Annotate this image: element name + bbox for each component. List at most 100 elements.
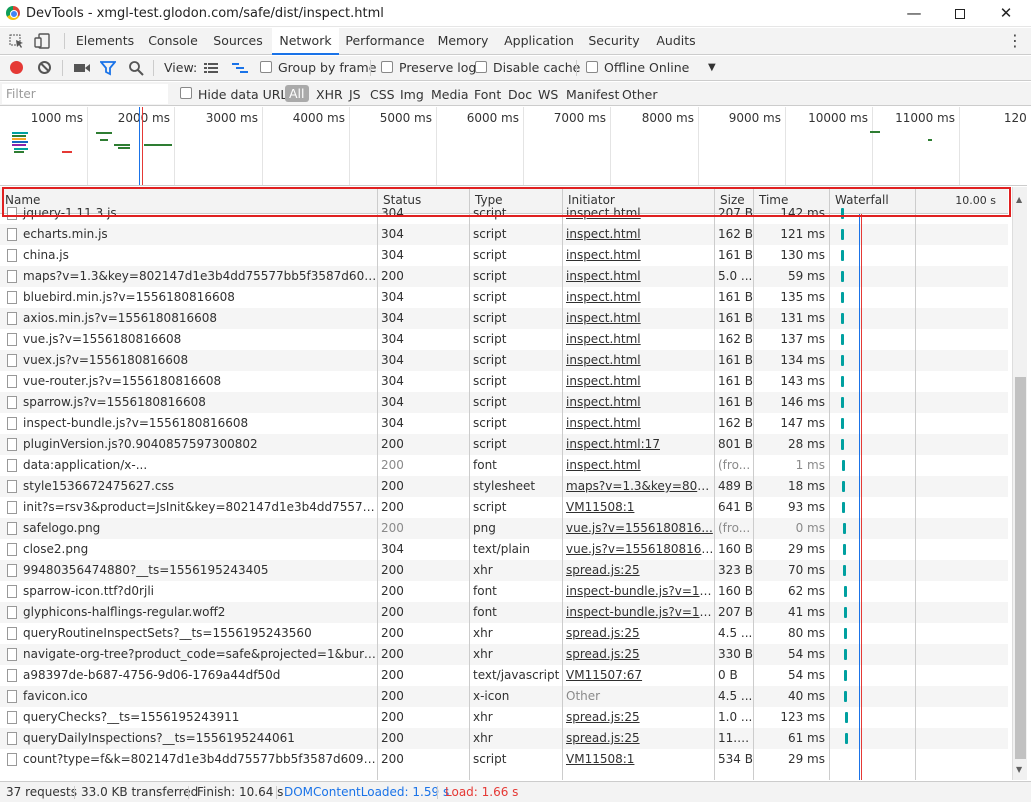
tab-network[interactable]: Network (272, 28, 339, 55)
cell-initiator[interactable]: inspect.html (562, 266, 714, 287)
network-overview-timeline[interactable]: 1000 ms 2000 ms 3000 ms 4000 ms 5000 ms 6000 … (0, 107, 1027, 186)
tab-console[interactable]: Console (142, 28, 204, 55)
group-by-frame-checkbox[interactable] (260, 61, 272, 73)
scrollbar-thumb[interactable] (1015, 377, 1026, 759)
filter-type-font[interactable]: Font (474, 87, 501, 102)
cell-initiator[interactable]: vue.js?v=1556180816608... (562, 539, 714, 560)
scroll-up-icon[interactable]: ▲ (1016, 195, 1022, 204)
cell-initiator[interactable]: inspect.html:17 (562, 434, 714, 455)
disable-cache-checkbox[interactable] (475, 61, 487, 73)
tab-memory[interactable]: Memory (432, 28, 494, 55)
inspect-element-icon[interactable] (8, 33, 26, 49)
table-scrollbar[interactable]: ▲ ▼ (1012, 187, 1027, 780)
table-row[interactable]: queryRoutineInspectSets?__ts=15561952435… (0, 623, 1008, 644)
filter-type-css[interactable]: CSS (370, 87, 395, 102)
tab-security[interactable]: Security (584, 28, 644, 55)
table-row[interactable]: pluginVersion.js?0.9040857597300802 200 sc… (0, 434, 1008, 455)
table-row[interactable]: bluebird.min.js?v=1556180816608 304 script… (0, 287, 1008, 308)
filter-type-other[interactable]: Other (622, 87, 658, 102)
filter-input[interactable] (2, 84, 168, 104)
hide-data-urls-checkbox[interactable] (180, 87, 192, 99)
tab-audits[interactable]: Audits (649, 28, 703, 55)
cell-initiator[interactable]: VM11507:67 (562, 665, 714, 686)
close-button[interactable]: ✕ (983, 0, 1029, 27)
offline-checkbox[interactable] (586, 61, 598, 73)
cell-initiator[interactable]: Other (562, 686, 714, 707)
tab-elements[interactable]: Elements (72, 28, 138, 55)
cell-initiator[interactable]: inspect.html (562, 203, 714, 224)
table-row[interactable]: close2.png 304 text/plain vue.js?v=15561808… (0, 539, 1008, 560)
table-row[interactable]: style1536672475627.css 200 stylesheet maps?… (0, 476, 1008, 497)
table-row[interactable]: queryDailyInspections?__ts=1556195244061… (0, 728, 1008, 749)
table-row[interactable]: vue-router.js?v=1556180816608 304 script in… (0, 371, 1008, 392)
cell-initiator[interactable]: inspect.html (562, 329, 714, 350)
table-row[interactable]: glyphicons-halflings-regular.woff2 200 fon… (0, 602, 1008, 623)
cell-initiator[interactable]: VM11508:1 (562, 749, 714, 770)
device-toolbar-icon[interactable] (34, 33, 52, 49)
table-row[interactable]: a98397de-b687-4756-9d06-1769a44df50d 200 t… (0, 665, 1008, 686)
cell-initiator[interactable]: inspect.html (562, 392, 714, 413)
tab-performance[interactable]: Performance (343, 28, 427, 55)
table-row[interactable]: maps?v=1.3&key=802147d1e3b4dd75577bb5f35… (0, 266, 1008, 287)
tab-application[interactable]: Application (499, 28, 579, 55)
record-button[interactable] (10, 61, 23, 74)
table-row[interactable]: navigate-org-tree?product_code=safe&proj… (0, 644, 1008, 665)
table-row[interactable]: count?type=f&k=802147d1e3b4dd75577bb5f35… (0, 749, 1017, 770)
table-row[interactable]: queryChecks?__ts=1556195243911 200 xhr spre… (0, 707, 1008, 728)
cell-initiator[interactable]: inspect-bundle.js?v=155... (562, 581, 714, 602)
table-row[interactable]: inspect-bundle.js?v=1556180816608 304 scri… (0, 413, 1008, 434)
table-row[interactable]: favicon.ico 200 x-icon Other 4.5 ... 40 ms (0, 686, 1008, 707)
minimize-button[interactable]: — (891, 0, 937, 27)
cell-initiator[interactable]: inspect.html (562, 350, 714, 371)
cell-initiator[interactable]: inspect.html (562, 413, 714, 434)
table-row[interactable]: init?s=rsv3&product=JsInit&key=802147d1e… (0, 497, 1008, 518)
table-row[interactable]: axios.min.js?v=1556180816608 304 script ins… (0, 308, 1008, 329)
video-camera-icon[interactable] (73, 60, 91, 76)
cell-initiator[interactable]: inspect.html (562, 287, 714, 308)
cell-initiator[interactable]: VM11508:1 (562, 497, 714, 518)
cell-initiator[interactable]: inspect-bundle.js?v=155... (562, 602, 714, 623)
filter-type-manifest[interactable]: Manifest (566, 87, 619, 102)
table-row[interactable]: vuex.js?v=1556180816608 304 script inspect.… (0, 350, 1008, 371)
cell-initiator[interactable]: spread.js:25 (562, 560, 714, 581)
table-row[interactable]: data:application/x-... 200 font inspect.htm… (0, 455, 1008, 476)
search-icon[interactable] (128, 60, 144, 76)
preserve-log-checkbox[interactable] (381, 61, 393, 73)
cell-initiator[interactable]: inspect.html (562, 245, 714, 266)
filter-type-xhr[interactable]: XHR (316, 87, 343, 102)
more-options-icon[interactable]: ⋮ (1007, 32, 1023, 50)
table-row[interactable]: jquery-1.11.3.js 304 script inspect.html 207… (0, 203, 1008, 224)
cell-initiator[interactable]: spread.js:25 (562, 728, 714, 749)
table-row[interactable]: safelogo.png 200 png vue.js?v=1556180816...… (0, 518, 1008, 539)
cell-initiator[interactable]: inspect.html (562, 455, 714, 476)
filter-type-ws[interactable]: WS (538, 87, 558, 102)
cell-initiator[interactable]: maps?v=1.3&key=80214... (562, 476, 714, 497)
tab-sources[interactable]: Sources (208, 28, 268, 55)
cell-initiator[interactable]: inspect.html (562, 308, 714, 329)
filter-icon[interactable] (100, 60, 116, 76)
table-row[interactable]: echarts.min.js 304 script inspect.html 162 B… (0, 224, 1008, 245)
throttling-dropdown-icon[interactable]: ▼ (708, 62, 716, 73)
cell-initiator[interactable]: inspect.html (562, 224, 714, 245)
table-row[interactable]: china.js 304 script inspect.html 161 B 130 ms (0, 245, 1008, 266)
filter-type-img[interactable]: Img (400, 87, 424, 102)
cell-initiator[interactable]: spread.js:25 (562, 707, 714, 728)
filter-type-media[interactable]: Media (431, 87, 469, 102)
large-rows-icon[interactable] (203, 60, 219, 76)
clear-button[interactable] (38, 61, 51, 74)
filter-type-doc[interactable]: Doc (508, 87, 532, 102)
cell-initiator[interactable]: inspect.html (562, 371, 714, 392)
table-row[interactable]: vue.js?v=1556180816608 304 script inspect.h… (0, 329, 1008, 350)
maximize-button[interactable] (937, 0, 983, 27)
filter-type-all[interactable]: All (285, 85, 309, 102)
table-row[interactable]: 99480356474880?__ts=1556195243405 200 xhr s… (0, 560, 1008, 581)
cell-initiator[interactable]: spread.js:25 (562, 644, 714, 665)
table-row[interactable]: sparrow-icon.ttf?d0rjli 200 font inspect-bu… (0, 581, 1008, 602)
cell-initiator[interactable]: spread.js:25 (562, 623, 714, 644)
filter-type-js[interactable]: JS (349, 87, 361, 102)
table-row[interactable]: sparrow.js?v=1556180816608 304 script inspe… (0, 392, 1008, 413)
cell-initiator[interactable]: vue.js?v=1556180816... (562, 518, 714, 539)
throttling-select[interactable]: Online (649, 60, 689, 75)
waterfall-view-icon[interactable] (231, 60, 249, 76)
scroll-down-icon[interactable]: ▼ (1016, 765, 1022, 774)
